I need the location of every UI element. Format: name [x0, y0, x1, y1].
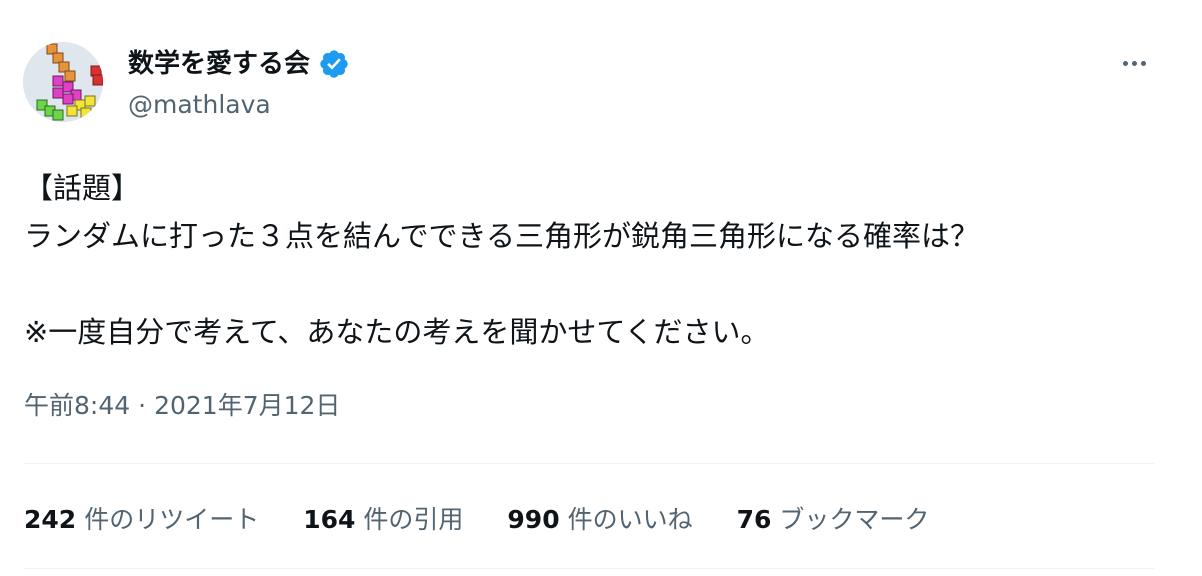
quotes-count: 164	[303, 505, 356, 534]
quotes-label: 件の引用	[363, 505, 464, 534]
author-name-row: 数学を愛する会	[128, 46, 350, 82]
timestamp-separator: ·	[138, 391, 147, 420]
divider	[24, 463, 1154, 464]
bookmarks-stat[interactable]: 76 ブックマーク	[737, 500, 930, 536]
avatar[interactable]	[23, 42, 103, 122]
more-dot	[1140, 60, 1146, 66]
bookmarks-count: 76	[736, 505, 772, 534]
more-dot	[1131, 60, 1137, 66]
tweet-text-line: ※一度自分で考えて、あなたの考えを聞かせてください。	[24, 315, 770, 349]
divider	[24, 568, 1154, 569]
tweet-text-line	[24, 260, 1174, 308]
avatar-image	[23, 42, 103, 122]
retweets-count: 242	[24, 505, 77, 534]
tweet: 数学を愛する会 @mathlava 【話題】 ランダムに打った３点を結んでできる…	[0, 0, 1202, 576]
engagement-stats: 242 件のリツイート 164 件の引用 990 件のいいね 76 ブックマーク	[24, 498, 973, 538]
tweet-text-line: ランダムに打った３点を結んでできる三角形が鋭角三角形になる確率は？	[24, 219, 979, 253]
retweets-label: 件のリツイート	[84, 505, 260, 534]
bookmarks-label: ブックマーク	[779, 505, 930, 534]
retweets-stat[interactable]: 242 件のリツイート	[24, 500, 259, 536]
likes-count: 990	[507, 505, 560, 534]
likes-stat[interactable]: 990 件のいいね	[507, 500, 692, 536]
likes-label: 件のいいね	[567, 505, 693, 534]
quotes-stat[interactable]: 164 件の引用	[303, 500, 463, 536]
more-dot	[1122, 60, 1128, 66]
verified-badge-icon[interactable]	[318, 48, 350, 80]
more-options-icon[interactable]	[1112, 48, 1156, 78]
tweet-date: 2021年7月12日	[154, 391, 341, 420]
author-handle[interactable]: @mathlava	[128, 88, 271, 122]
tweet-text: 【話題】 ランダムに打った３点を結んでできる三角形が鋭角三角形になる確率は？ ※…	[24, 164, 1174, 356]
display-name[interactable]: 数学を愛する会	[128, 46, 310, 82]
tweet-timestamp[interactable]: 午前8:44 · 2021年7月12日	[24, 388, 340, 424]
tweet-time: 午前8:44	[24, 391, 131, 420]
tweet-text-line: 【話題】	[24, 171, 141, 205]
